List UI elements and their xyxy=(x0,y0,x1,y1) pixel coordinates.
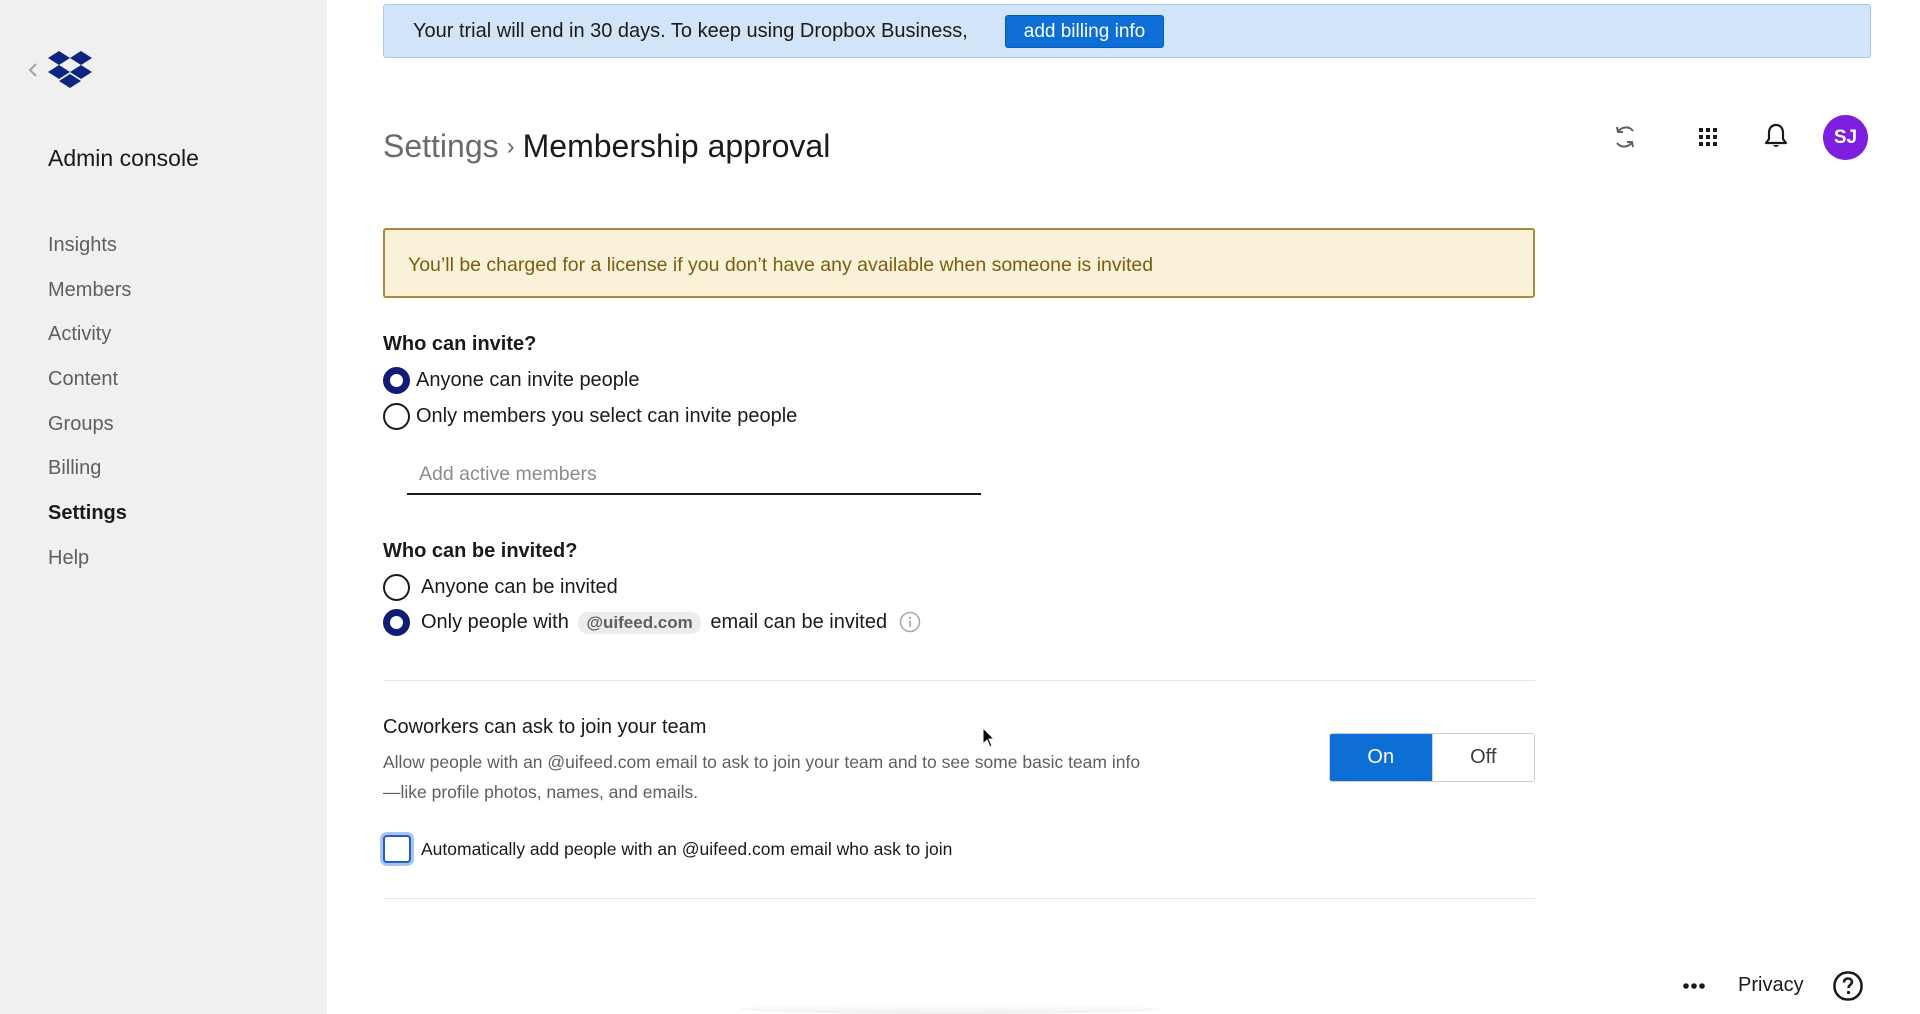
radio-anyone-can-invite[interactable]: Anyone can invite people xyxy=(383,365,640,395)
sidebar-item-help[interactable]: Help xyxy=(48,543,131,588)
breadcrumb: Settings › Membership approval xyxy=(383,128,830,165)
who-can-invite-heading: Who can invite? xyxy=(383,333,537,355)
bell-icon[interactable] xyxy=(1760,120,1792,152)
radio-label: Only members you select can invite peopl… xyxy=(416,404,798,427)
coworkers-toggle: On Off xyxy=(1329,733,1535,782)
toggle-on-button[interactable]: On xyxy=(1330,734,1432,781)
breadcrumb-settings-link[interactable]: Settings xyxy=(383,128,499,164)
chevron-left-icon[interactable] xyxy=(26,60,40,80)
who-can-be-invited-heading: Who can be invited? xyxy=(383,540,578,562)
radio-anyone-can-be-invited[interactable]: Anyone can be invited xyxy=(383,572,618,602)
license-warning: You’ll be charged for a license if you d… xyxy=(383,228,1535,298)
radio-button[interactable] xyxy=(383,573,410,601)
trial-banner: Your trial will end in 30 days. To keep … xyxy=(383,4,1871,58)
sidebar-item-groups[interactable]: Groups xyxy=(48,409,131,454)
sidebar: Admin console Insights Members Activity … xyxy=(0,0,327,1014)
radio-button-selected[interactable] xyxy=(383,366,410,394)
privacy-link[interactable]: Privacy xyxy=(1738,974,1804,997)
more-options-icon[interactable] xyxy=(1680,976,1708,996)
coworkers-setting-title: Coworkers can ask to join your team xyxy=(383,716,707,738)
radio-label: Anyone can be invited xyxy=(421,575,618,598)
section-divider xyxy=(383,898,1535,899)
app-grid-icon[interactable] xyxy=(1692,121,1724,153)
radio-domain-only-invited[interactable]: Only people with @uifeed.com email can b… xyxy=(383,607,921,637)
toggle-off-button[interactable]: Off xyxy=(1431,734,1534,781)
breadcrumb-separator: › xyxy=(506,133,515,160)
add-active-members-field xyxy=(407,455,981,495)
license-warning-text: You’ll be charged for a license if you d… xyxy=(408,254,1154,276)
help-icon[interactable] xyxy=(1832,970,1864,1002)
radio-label: Only people with @uifeed.com email can b… xyxy=(421,611,887,634)
radio-label-suffix: email can be invited xyxy=(710,610,888,633)
domain-chip: @uifeed.com xyxy=(578,611,701,634)
auto-add-checkbox[interactable] xyxy=(383,835,411,863)
add-active-members-input[interactable] xyxy=(407,455,981,493)
trial-banner-text: Your trial will end in 30 days. To keep … xyxy=(413,20,968,42)
sidebar-item-content[interactable]: Content xyxy=(48,364,131,409)
sidebar-item-members[interactable]: Members xyxy=(48,275,131,320)
add-billing-info-button[interactable]: add billing info xyxy=(1005,15,1164,48)
user-avatar[interactable]: SJ xyxy=(1823,115,1868,160)
section-divider xyxy=(383,680,1535,681)
radio-selected-members-can-invite[interactable]: Only members you select can invite peopl… xyxy=(383,401,797,431)
info-icon[interactable] xyxy=(899,611,921,633)
footer: Privacy xyxy=(0,970,1920,1002)
radio-button-selected[interactable] xyxy=(383,608,410,636)
radio-label: Anyone can invite people xyxy=(416,368,640,391)
sidebar-nav: Insights Members Activity Content Groups… xyxy=(48,230,131,588)
coworkers-setting-description: Allow people with an @uifeed.com email t… xyxy=(383,752,1141,802)
dropbox-logo-icon[interactable] xyxy=(47,50,93,90)
admin-console-title: Admin console xyxy=(48,145,199,171)
mouse-cursor-icon xyxy=(982,727,996,748)
radio-label-prefix: Only people with xyxy=(421,610,569,633)
refresh-icon[interactable] xyxy=(1609,121,1641,153)
page-title: Membership approval xyxy=(522,128,831,164)
sidebar-item-billing[interactable]: Billing xyxy=(48,453,131,498)
radio-button[interactable] xyxy=(383,402,410,430)
auto-add-checkbox-row[interactable]: Automatically add people with an @uifeed… xyxy=(383,835,952,863)
bottom-shadow xyxy=(740,1004,1160,1014)
sidebar-item-activity[interactable]: Activity xyxy=(48,319,131,364)
sidebar-item-settings[interactable]: Settings xyxy=(48,498,131,543)
sidebar-item-insights[interactable]: Insights xyxy=(48,230,131,275)
auto-add-checkbox-label: Automatically add people with an @uifeed… xyxy=(421,838,953,859)
